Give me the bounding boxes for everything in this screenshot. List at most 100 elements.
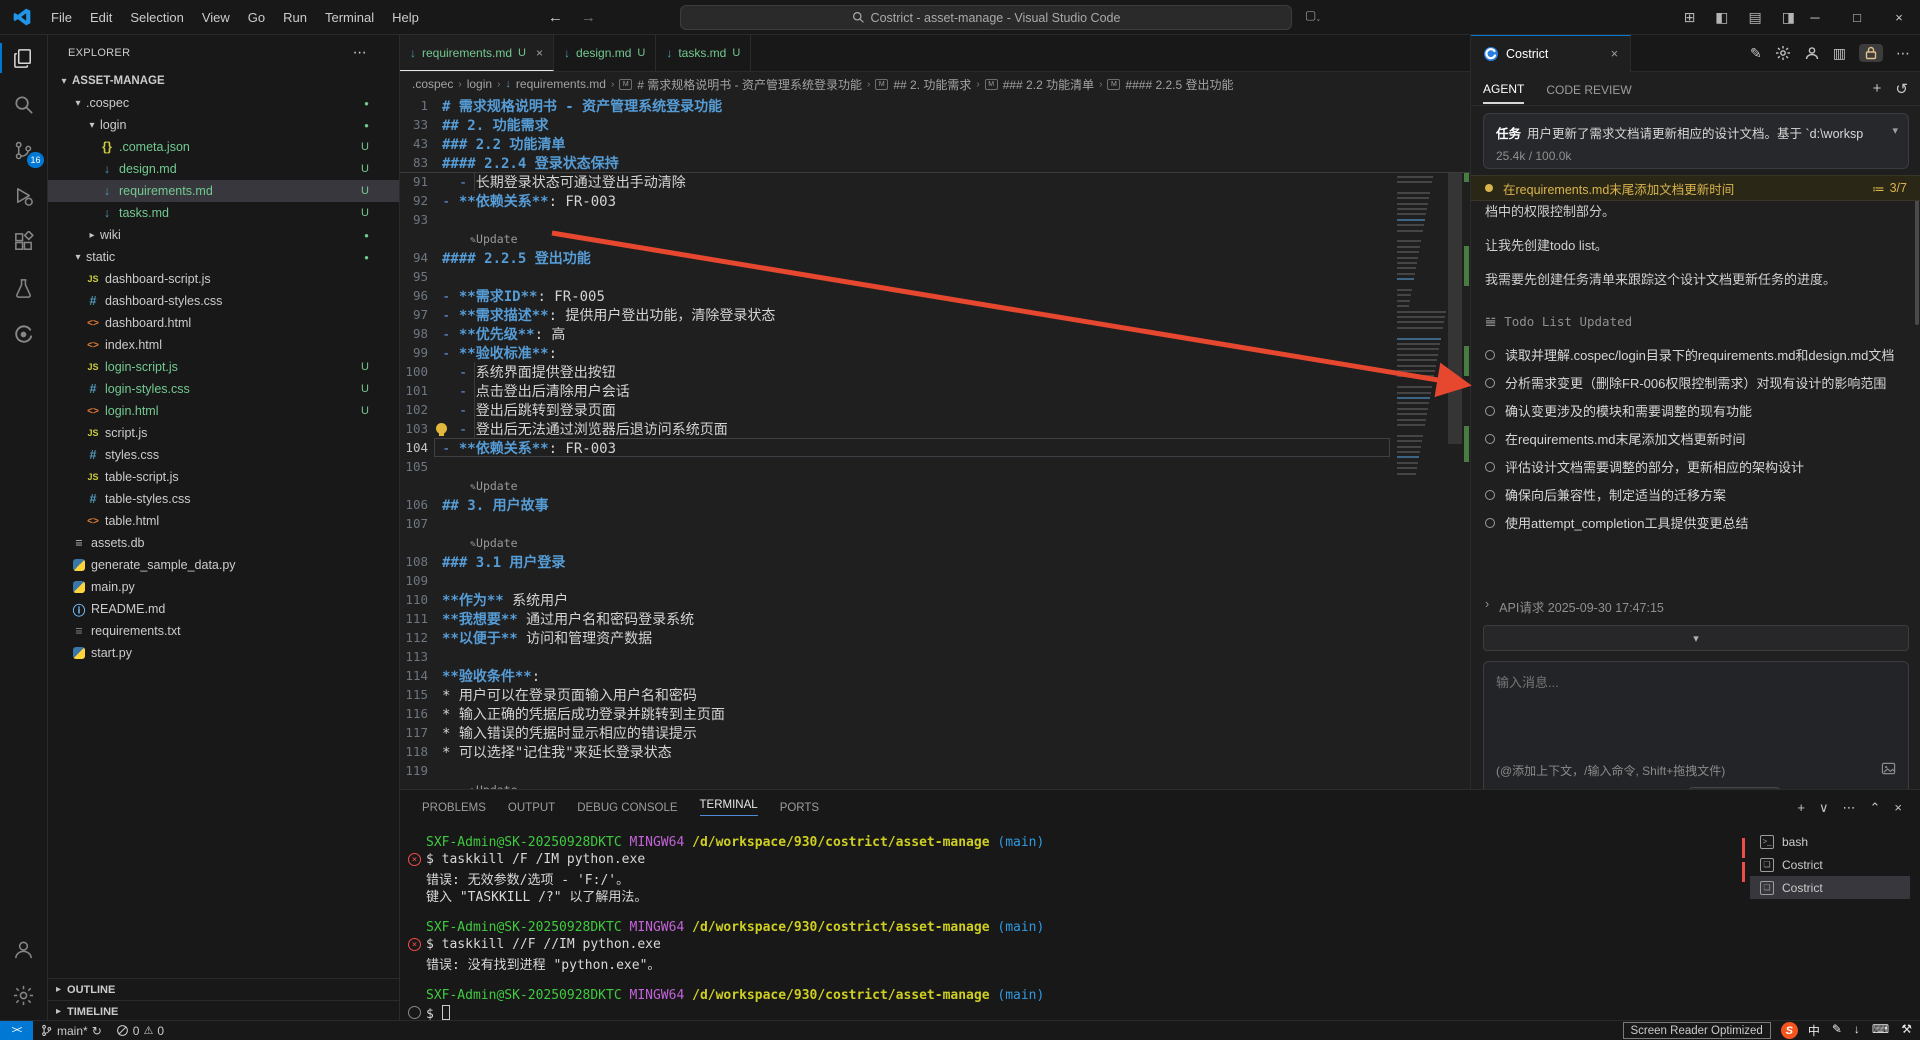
ime-keyboard-icon[interactable]: ⌨ [1872, 1022, 1889, 1039]
breadcrumb-item[interactable]: login [467, 77, 492, 91]
todo-item[interactable]: 使用attempt_completion工具提供变更总结 [1485, 514, 1897, 533]
file-requirements.txt[interactable]: ≡requirements.txt [48, 620, 399, 642]
file-login.html[interactable]: <>login.htmlU [48, 400, 399, 422]
layout-dropdown-icon[interactable]: ▢˯ [1305, 8, 1320, 22]
menu-selection[interactable]: Selection [121, 6, 192, 29]
breadcrumb[interactable]: .cospec›login›↓requirements.md›M# 需求规格说明… [400, 72, 1470, 96]
file-design.md[interactable]: ↓design.mdU [48, 158, 399, 180]
editor-content[interactable]: 91 - 长期登录状态可通过登出手动清除92- **依赖关系**: FR-003… [400, 96, 1470, 789]
terminal-instance-bash[interactable]: >_bash [1750, 830, 1910, 853]
menu-go[interactable]: Go [239, 6, 274, 29]
activity-source-control[interactable]: 16 [0, 127, 48, 173]
file-login-script.js[interactable]: JSlogin-script.jsU [48, 356, 399, 378]
activity-account[interactable] [0, 926, 48, 972]
timeline-section[interactable]: ▸ TIMELINE [48, 1000, 400, 1022]
todo-item[interactable]: 确保向后兼容性，制定适当的迁移方案 [1485, 486, 1897, 505]
close-button[interactable]: × [1878, 0, 1920, 34]
history-icon[interactable]: ↺ [1895, 80, 1908, 98]
panel-tab-output[interactable]: OUTPUT [508, 802, 555, 814]
more-actions-icon[interactable]: ⋯ [1896, 45, 1910, 62]
file-login-styles.css[interactable]: #login-styles.cssU [48, 378, 399, 400]
api-request-row[interactable]: › API请求 2025-09-30 17:47:15 [1485, 597, 1664, 616]
folder-static[interactable]: ▾static● [48, 246, 399, 268]
ime-pen-icon[interactable]: ✎ [1832, 1022, 1842, 1039]
account-icon[interactable] [1804, 45, 1820, 61]
file-README.md[interactable]: ⓘREADME.md [48, 598, 399, 620]
activity-explorer[interactable] [0, 35, 48, 81]
toggle-panel-icon[interactable]: ▤ [1749, 9, 1762, 26]
close-panel-icon[interactable]: × [1894, 800, 1902, 816]
tab-code-review[interactable]: CODE REVIEW [1546, 75, 1631, 103]
file-start.py[interactable]: start.py [48, 642, 399, 664]
screen-reader-button[interactable]: Screen Reader Optimized [1623, 1022, 1771, 1039]
task-card[interactable]: 任务 用户更新了需求文档请更新相应的设计文档。基于 `d:\worksp ▾ 2… [1483, 113, 1909, 169]
git-branch-item[interactable]: main* ↻ [33, 1021, 109, 1040]
file-dashboard.html[interactable]: <>dashboard.html [48, 312, 399, 334]
file-.cometa.json[interactable]: {}.cometa.jsonU [48, 136, 399, 158]
ime-toolbar[interactable]: 中✎↓⌨⚒ [1808, 1022, 1912, 1039]
tab-design.md[interactable]: ↓design.mdU [554, 35, 656, 71]
file-styles.css[interactable]: #styles.css [48, 444, 399, 466]
panel-tab-terminal[interactable]: TERMINAL [700, 799, 758, 816]
back-icon[interactable]: ← [548, 9, 563, 26]
activity-testing[interactable] [0, 265, 48, 311]
file-index.html[interactable]: <>index.html [48, 334, 399, 356]
command-center-search[interactable]: Costrict - asset-manage - Visual Studio … [680, 5, 1292, 30]
activity-extensions[interactable] [0, 219, 48, 265]
breadcrumb-item[interactable]: ## 2. 功能需求 [893, 76, 971, 93]
menu-view[interactable]: View [193, 6, 239, 29]
split-dropdown-icon[interactable]: ∨ [1819, 800, 1829, 816]
customize-layout-icon[interactable]: ⊞ [1684, 9, 1696, 26]
attach-image-icon[interactable] [1881, 761, 1896, 779]
minimize-button[interactable]: ─ [1794, 0, 1836, 34]
explorer-more-actions-icon[interactable]: ⋯ [353, 44, 367, 61]
toggle-secondary-sidebar-icon[interactable]: ◨ [1782, 9, 1795, 26]
todo-item[interactable]: 评估设计文档需要调整的部分，更新相应的架构设计 [1485, 458, 1897, 477]
problems-item[interactable]: 0 ⚠ 0 [109, 1021, 171, 1040]
terminal-instance-costrict[interactable]: ❏Costrict [1750, 876, 1910, 899]
close-icon[interactable]: × [536, 46, 543, 60]
file-table-script.js[interactable]: JStable-script.js [48, 466, 399, 488]
breadcrumb-item[interactable]: # 需求规格说明书 - 资产管理系统登录功能 [637, 76, 862, 93]
maximize-button[interactable]: □ [1836, 0, 1878, 34]
todo-item[interactable]: 确认变更涉及的模块和需要调整的现有功能 [1485, 402, 1897, 421]
tab-tasks.md[interactable]: ↓tasks.mdU [656, 35, 751, 71]
panel-tab-problems[interactable]: PROBLEMS [422, 802, 486, 814]
todo-item[interactable]: 在requirements.md末尾添加文档更新时间 [1485, 430, 1897, 449]
todo-item[interactable]: 读取并理解.cospec/login目录下的requirements.md和de… [1485, 346, 1897, 365]
file-tasks.md[interactable]: ↓tasks.mdU [48, 202, 399, 224]
breadcrumb-item[interactable]: #### 2.2.5 登出功能 [1125, 76, 1233, 93]
panel-tab-ports[interactable]: PORTS [780, 802, 819, 814]
activity-run-debug[interactable] [0, 173, 48, 219]
file-script.js[interactable]: JSscript.js [48, 422, 399, 444]
outline-section[interactable]: ▸ OUTLINE [48, 978, 400, 1000]
gear-icon[interactable] [1775, 45, 1791, 61]
todo-item[interactable]: 分析需求变更（删除FR-006权限控制需求）对现有设计的影响范围 [1485, 374, 1897, 393]
menu-terminal[interactable]: Terminal [316, 6, 383, 29]
menu-file[interactable]: File [42, 6, 81, 29]
lock-icon[interactable] [1859, 44, 1883, 62]
more-icon[interactable]: ⋯ [1843, 800, 1856, 816]
ime-tools-icon[interactable]: ⚒ [1901, 1022, 1912, 1039]
breadcrumb-item[interactable]: ### 2.2 功能清单 [1003, 76, 1094, 93]
chevron-down-icon[interactable]: ▾ [1892, 124, 1898, 137]
new-terminal-icon[interactable]: + [1797, 800, 1805, 816]
menu-help[interactable]: Help [383, 6, 428, 29]
forward-icon[interactable]: → [581, 9, 596, 26]
breadcrumb-item[interactable]: requirements.md [516, 77, 606, 91]
codelens-update-link[interactable]: ✎Update [470, 232, 518, 246]
activity-costrict[interactable] [0, 311, 48, 357]
codelens-update-link[interactable]: ✎Update [470, 479, 518, 493]
terminal-instance-costrict[interactable]: ❏Costrict [1750, 853, 1910, 876]
file-assets.db[interactable]: ≡assets.db [48, 532, 399, 554]
file-dashboard-script.js[interactable]: JSdashboard-script.js [48, 268, 399, 290]
folder-wiki[interactable]: ▸wiki● [48, 224, 399, 246]
breadcrumb-item[interactable]: .cospec [412, 77, 453, 91]
folder-login[interactable]: ▾login● [48, 114, 399, 136]
remote-indicator[interactable]: >< [0, 1021, 33, 1040]
toggle-sidebar-icon[interactable]: ◧ [1715, 9, 1728, 26]
columns-icon[interactable]: ▥ [1833, 45, 1846, 62]
menu-run[interactable]: Run [274, 6, 316, 29]
tab-requirements.md[interactable]: ↓requirements.mdU× [400, 35, 554, 71]
ime-chinese-icon[interactable]: 中 [1808, 1022, 1820, 1039]
